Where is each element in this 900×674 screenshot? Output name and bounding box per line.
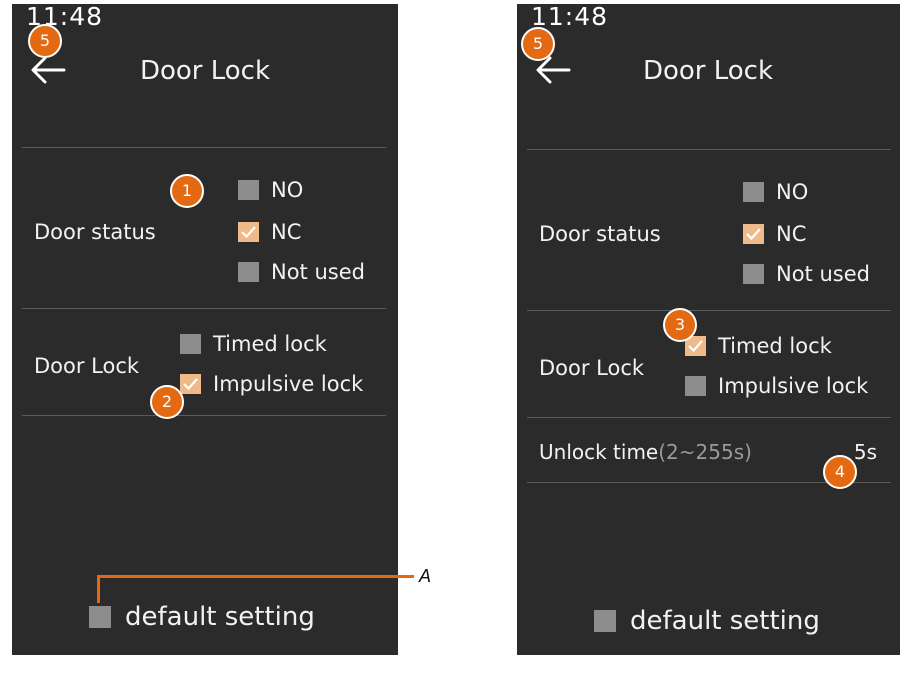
check-icon bbox=[241, 226, 256, 239]
default-setting-label: default setting bbox=[125, 602, 315, 632]
divider bbox=[22, 415, 386, 416]
annotation-badge-5: 5 bbox=[521, 27, 555, 61]
divider bbox=[527, 310, 891, 311]
option-nc-label: NC bbox=[271, 220, 302, 244]
annotation-badge-4: 4 bbox=[823, 455, 857, 489]
unlock-time-range: (2~255s) bbox=[658, 440, 752, 464]
checkbox-not-used[interactable] bbox=[238, 262, 259, 282]
unlock-time-text: Unlock time bbox=[539, 440, 659, 464]
option-timed-lock[interactable]: Timed lock bbox=[180, 332, 327, 356]
option-no-label: NO bbox=[776, 180, 809, 204]
option-impulsive-lock[interactable]: Impulsive lock bbox=[180, 372, 363, 396]
option-impulsive-lock-label: Impulsive lock bbox=[213, 372, 364, 396]
divider bbox=[527, 417, 891, 418]
door-lock-screen-right: 11:48 Door Lock Door status NO NC Not us… bbox=[517, 4, 900, 655]
default-setting-toggle[interactable]: default setting bbox=[89, 602, 315, 632]
door-lock-label: Door Lock bbox=[539, 356, 645, 380]
page-title: Door Lock bbox=[642, 56, 774, 86]
option-not-used-label: Not used bbox=[271, 260, 365, 284]
unlock-time-label: Unlock time(2~255s) bbox=[539, 440, 752, 464]
checkbox-nc[interactable] bbox=[238, 222, 259, 242]
option-not-used[interactable]: Not used bbox=[238, 260, 365, 284]
option-not-used[interactable]: Not used bbox=[743, 262, 870, 286]
default-setting-toggle[interactable]: default setting bbox=[594, 606, 820, 636]
option-nc-label: NC bbox=[776, 222, 807, 246]
option-impulsive-lock[interactable]: Impulsive lock bbox=[685, 374, 868, 398]
annotation-badge-5: 5 bbox=[28, 24, 62, 58]
checkbox-default-setting[interactable] bbox=[89, 606, 111, 628]
annotation-badge-3: 3 bbox=[663, 308, 697, 342]
checkbox-impulsive-lock[interactable] bbox=[685, 376, 706, 396]
door-lock-screen-left: 11:48 Door Lock Door status NO NC Not us… bbox=[12, 4, 398, 655]
annotation-badge-2: 2 bbox=[150, 385, 184, 419]
callout-line-vertical bbox=[97, 575, 100, 603]
door-lock-label: Door Lock bbox=[34, 354, 140, 378]
option-nc[interactable]: NC bbox=[743, 222, 806, 246]
checkbox-not-used[interactable] bbox=[743, 264, 764, 284]
checkbox-default-setting[interactable] bbox=[594, 610, 616, 632]
option-timed-lock-label: Timed lock bbox=[213, 332, 327, 356]
default-setting-label: default setting bbox=[630, 606, 820, 636]
option-timed-lock-label: Timed lock bbox=[718, 334, 832, 358]
divider bbox=[22, 147, 386, 148]
door-status-label: Door status bbox=[539, 222, 661, 246]
checkbox-impulsive-lock[interactable] bbox=[180, 374, 201, 394]
option-no[interactable]: NO bbox=[238, 178, 303, 202]
option-no[interactable]: NO bbox=[743, 180, 808, 204]
checkbox-no[interactable] bbox=[743, 182, 764, 202]
checkbox-no[interactable] bbox=[238, 180, 259, 200]
annotation-badge-1: 1 bbox=[170, 174, 204, 208]
option-timed-lock[interactable]: Timed lock bbox=[685, 334, 832, 358]
callout-line-horizontal bbox=[97, 575, 414, 578]
option-impulsive-lock-label: Impulsive lock bbox=[718, 374, 869, 398]
callout-label-a: A bbox=[419, 566, 432, 586]
checkbox-nc[interactable] bbox=[743, 224, 764, 244]
option-nc[interactable]: NC bbox=[238, 220, 301, 244]
check-icon bbox=[183, 378, 198, 391]
door-status-label: Door status bbox=[34, 220, 156, 244]
option-no-label: NO bbox=[271, 178, 304, 202]
page-title: Door Lock bbox=[139, 56, 271, 86]
divider bbox=[527, 149, 891, 150]
divider bbox=[22, 308, 386, 309]
check-icon bbox=[746, 228, 761, 241]
option-not-used-label: Not used bbox=[776, 262, 870, 286]
unlock-time-value[interactable]: 5s bbox=[854, 440, 877, 464]
checkbox-timed-lock[interactable] bbox=[180, 334, 201, 354]
